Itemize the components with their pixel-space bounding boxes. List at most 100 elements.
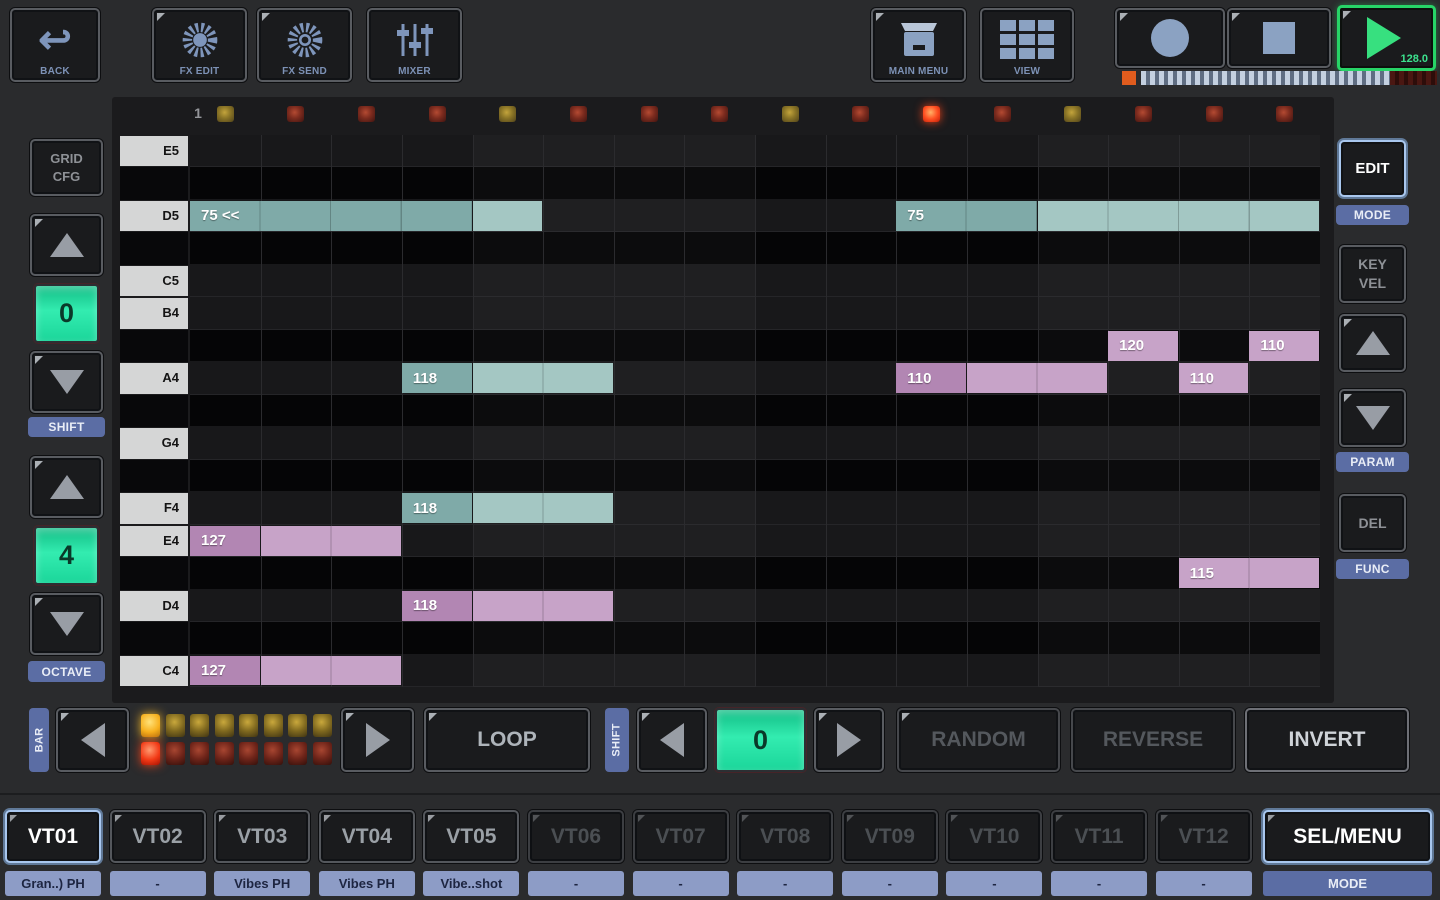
track-name-vt06: - — [528, 871, 624, 896]
octave-value-display[interactable]: 4 — [34, 526, 99, 585]
pattern-shift-value-display[interactable]: 0 — [715, 708, 806, 772]
track-button-vt08[interactable]: VT08 — [737, 810, 833, 863]
note-120[interactable]: 120 — [1108, 331, 1178, 361]
track-button-vt10[interactable]: VT10 — [946, 810, 1042, 863]
note-118[interactable]: 118 — [402, 363, 472, 393]
param-down-button[interactable] — [1339, 389, 1406, 447]
track-button-vt07[interactable]: VT07 — [633, 810, 729, 863]
mixer-button[interactable]: MIXER — [367, 8, 462, 82]
bar-led-bottom-5 — [239, 742, 258, 765]
grid-cfg-label: GRID CFG — [44, 150, 90, 185]
piano-key-black-1[interactable] — [120, 167, 188, 199]
key-vel-button[interactable]: KEY VEL — [1339, 245, 1406, 303]
octave-pill-label: OCTAVE — [28, 661, 105, 682]
piano-key-F4[interactable]: F4 — [120, 493, 188, 523]
view-button[interactable]: VIEW — [980, 8, 1074, 82]
track-button-vt09[interactable]: VT09 — [842, 810, 938, 863]
piano-key-black-6[interactable] — [120, 330, 188, 362]
beat-led-4 — [429, 106, 446, 122]
note-grid[interactable]: 75 <<75120110118110110118127115118127 — [190, 135, 1320, 687]
shift-value-display[interactable]: 0 — [34, 284, 99, 343]
track-button-vt04[interactable]: VT04 — [319, 810, 415, 863]
note-75[interactable]: 75 << — [190, 201, 472, 231]
piano-key-B4[interactable]: B4 — [120, 298, 188, 328]
beat-led-13 — [1064, 106, 1081, 122]
piano-key-C4[interactable]: C4 — [120, 656, 188, 686]
sel-menu-button[interactable]: SEL/MENU — [1263, 810, 1432, 863]
left-arrow-icon — [660, 723, 684, 757]
note[interactable] — [967, 363, 1107, 393]
reverse-button[interactable]: REVERSE — [1071, 708, 1235, 772]
grid-column-line — [684, 135, 685, 687]
track-button-vt11[interactable]: VT11 — [1051, 810, 1147, 863]
transport-meter-tail — [1390, 71, 1437, 85]
note[interactable] — [473, 493, 613, 523]
note-110[interactable]: 110 — [1249, 331, 1319, 361]
piano-key-labels: E5 D5 C5B4 A4 G4 F4E4 D4 C4 — [120, 135, 188, 687]
bar-led-top-1 — [141, 714, 160, 737]
edit-mode-button[interactable]: EDIT — [1339, 140, 1406, 197]
bar-led-top-7 — [288, 714, 307, 737]
note[interactable] — [261, 656, 401, 686]
stop-button[interactable] — [1227, 8, 1331, 68]
shift-down-button[interactable] — [30, 351, 103, 413]
piano-key-E4[interactable]: E4 — [120, 526, 188, 556]
note-110[interactable]: 110 — [896, 363, 966, 393]
piano-key-A4[interactable]: A4 — [120, 363, 188, 393]
record-icon — [1151, 19, 1189, 57]
grid-cfg-button[interactable]: GRID CFG — [30, 139, 103, 196]
piano-key-E5[interactable]: E5 — [120, 136, 188, 166]
note-75[interactable]: 75 — [896, 201, 1036, 231]
track-button-vt02[interactable]: VT02 — [110, 810, 206, 863]
down-arrow-icon — [50, 612, 84, 636]
track-name-vt11: - — [1051, 871, 1147, 896]
note[interactable] — [473, 591, 613, 621]
piano-key-black-13[interactable] — [120, 557, 188, 589]
note[interactable] — [1038, 201, 1320, 231]
pattern-shift-right-button[interactable] — [814, 708, 884, 772]
octave-up-button[interactable] — [30, 456, 103, 518]
note-115[interactable]: 115 — [1179, 558, 1319, 588]
bar-next-button[interactable] — [341, 708, 414, 772]
piano-key-C5[interactable]: C5 — [120, 266, 188, 296]
loop-button[interactable]: LOOP — [424, 708, 590, 772]
fx-send-button[interactable]: FX SEND — [257, 8, 352, 82]
main-menu-button[interactable]: MAIN MENU — [871, 8, 966, 82]
note[interactable] — [473, 201, 543, 231]
back-button[interactable]: ↩ BACK — [10, 8, 100, 82]
note-110[interactable]: 110 — [1179, 363, 1249, 393]
note-118[interactable]: 118 — [402, 493, 472, 523]
bar-led-top-3 — [190, 714, 209, 737]
shift-up-button[interactable] — [30, 214, 103, 276]
param-up-button[interactable] — [1339, 314, 1406, 372]
pattern-shift-left-button[interactable] — [637, 708, 707, 772]
grid-column-line — [614, 135, 615, 687]
bar-led-top-4 — [215, 714, 234, 737]
piano-key-black-8[interactable] — [120, 395, 188, 427]
note-127[interactable]: 127 — [190, 526, 260, 556]
bar-prev-button[interactable] — [56, 708, 129, 772]
note[interactable] — [473, 363, 613, 393]
fx-edit-button[interactable]: FX EDIT — [152, 8, 247, 82]
piano-key-black-15[interactable] — [120, 622, 188, 654]
del-button[interactable]: DEL — [1339, 494, 1406, 552]
octave-down-button[interactable] — [30, 593, 103, 655]
random-button[interactable]: RANDOM — [897, 708, 1060, 772]
note-127[interactable]: 127 — [190, 656, 260, 686]
piano-key-D5[interactable]: D5 — [120, 201, 188, 231]
record-button[interactable] — [1115, 8, 1225, 68]
invert-button[interactable]: INVERT — [1245, 708, 1409, 772]
piano-key-black-3[interactable] — [120, 232, 188, 264]
sequencer-panel: 1 E5D5C5B4A4G4F4E4D4C4 75 <<751201101181… — [112, 97, 1334, 703]
track-button-vt12[interactable]: VT12 — [1156, 810, 1252, 863]
piano-key-D4[interactable]: D4 — [120, 591, 188, 621]
piano-key-G4[interactable]: G4 — [120, 428, 188, 458]
track-button-vt03[interactable]: VT03 — [214, 810, 310, 863]
track-button-vt05[interactable]: VT05 — [423, 810, 519, 863]
note-118[interactable]: 118 — [402, 591, 472, 621]
track-button-vt06[interactable]: VT06 — [528, 810, 624, 863]
play-button[interactable]: 128.0 — [1337, 5, 1436, 71]
piano-key-black-10[interactable] — [120, 460, 188, 492]
note[interactable] — [261, 526, 401, 556]
track-button-vt01[interactable]: VT01 — [5, 810, 101, 863]
